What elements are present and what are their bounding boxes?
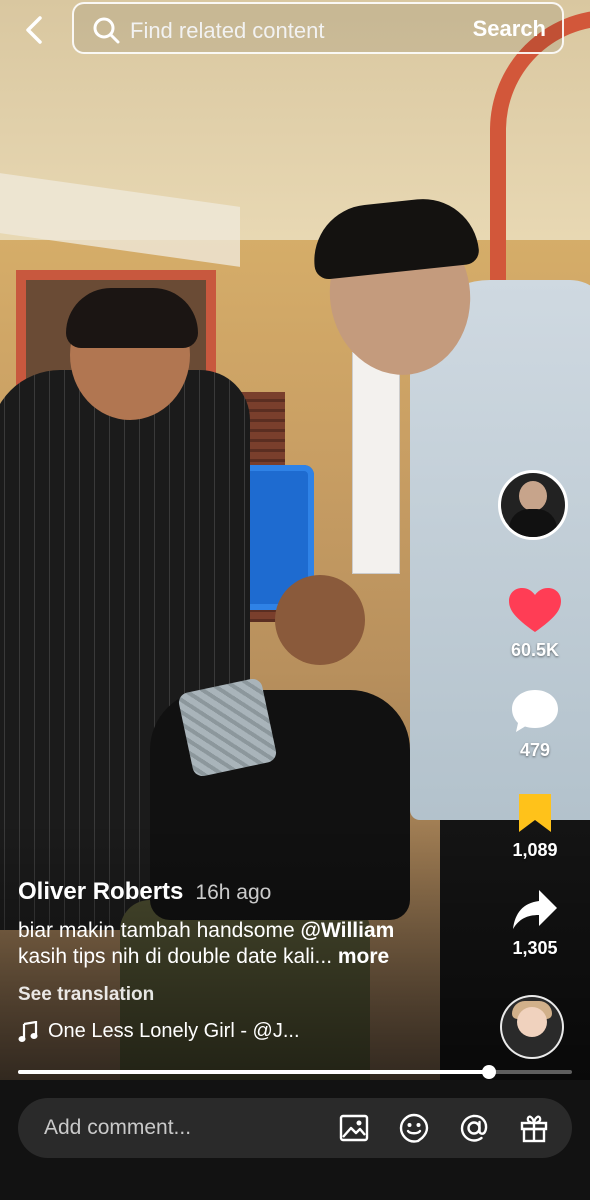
like-count: 60.5K	[510, 640, 560, 660]
creator-avatar[interactable]	[498, 470, 568, 540]
chevron-left-icon	[26, 16, 42, 44]
see-translation-link[interactable]: See translation	[18, 984, 468, 1006]
save-button[interactable]: 1,089	[480, 792, 590, 861]
post-time: 16h ago	[195, 881, 272, 904]
search-button[interactable]: Search	[473, 16, 546, 42]
scene-person-center-head	[275, 575, 365, 665]
heart-icon	[509, 588, 561, 632]
share-arrow-icon	[513, 890, 557, 929]
image-icon[interactable]	[338, 1112, 370, 1144]
emoji-icon[interactable]	[398, 1112, 430, 1144]
caption-block: Oliver Roberts 16h ago biar makin tambah…	[18, 878, 468, 1043]
comment-bubble-icon	[512, 690, 558, 732]
at-icon[interactable]	[458, 1112, 490, 1144]
back-button[interactable]	[14, 10, 54, 50]
music-note-icon	[18, 1020, 38, 1042]
author-name[interactable]: Oliver Roberts	[18, 878, 183, 906]
scene-towel	[177, 677, 278, 778]
scene-poster	[352, 352, 400, 574]
comment-count: 479	[519, 740, 551, 760]
comment-button[interactable]: 479	[480, 688, 590, 761]
like-button[interactable]: 60.5K	[480, 588, 590, 661]
progress-fill	[18, 1070, 489, 1074]
search-bar[interactable]: Find related content Search	[72, 2, 564, 54]
share-count: 1,305	[512, 938, 558, 958]
video-progress-bar[interactable]	[18, 1065, 572, 1079]
caption-part-1: biar makin tambah handsome	[18, 919, 301, 942]
bottom-comment-bar: Add comment...	[0, 1080, 590, 1200]
search-icon	[93, 17, 120, 44]
save-count: 1,089	[512, 840, 558, 860]
sound-disc[interactable]	[500, 995, 564, 1059]
share-button[interactable]: 1,305	[480, 888, 590, 959]
progress-handle[interactable]	[481, 1065, 496, 1079]
search-input[interactable]: Find related content	[130, 18, 324, 44]
video-player-screen: Find related content Search 60.5K 479 1,…	[0, 0, 590, 1200]
caption-part-2: kasih tips nih di double date kali...	[18, 945, 338, 968]
mention-link[interactable]: @William	[301, 919, 395, 942]
comment-placeholder: Add comment...	[44, 1116, 192, 1139]
comment-input[interactable]: Add comment...	[18, 1098, 572, 1158]
gift-icon[interactable]	[518, 1112, 550, 1144]
more-link[interactable]: more	[338, 945, 389, 968]
sound-row[interactable]: One Less Lonely Girl - @J...	[18, 1020, 468, 1043]
scene-person-left-hair	[66, 288, 198, 348]
sound-title: One Less Lonely Girl - @J...	[48, 1020, 300, 1042]
bookmark-icon	[519, 794, 551, 832]
caption-text[interactable]: biar makin tambah handsome @William kasi…	[18, 918, 468, 970]
